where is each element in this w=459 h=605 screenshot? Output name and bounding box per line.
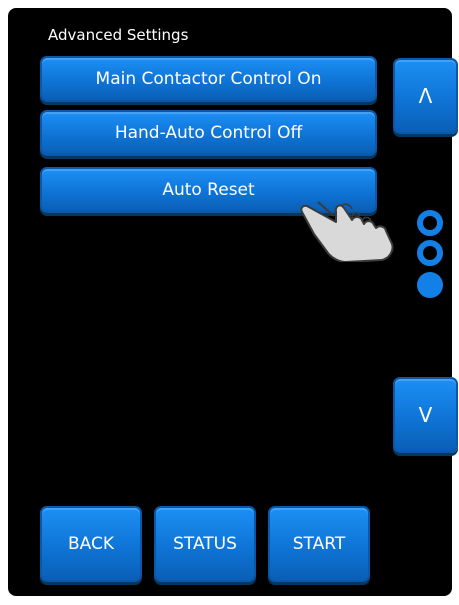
hand-auto-control-button[interactable]: Hand-Auto Control Off xyxy=(40,110,377,156)
page-indicator xyxy=(417,210,443,298)
auto-reset-button[interactable]: Auto Reset xyxy=(40,167,377,213)
scroll-down-button[interactable]: V xyxy=(393,377,458,453)
device-screen: Advanced Settings Main Contactor Control… xyxy=(8,8,458,596)
page-dot-icon xyxy=(417,240,443,266)
status-button[interactable]: STATUS xyxy=(154,506,256,582)
back-button[interactable]: BACK xyxy=(40,506,142,582)
scroll-up-button[interactable]: Λ xyxy=(393,58,458,134)
main-contactor-control-button[interactable]: Main Contactor Control On xyxy=(40,56,377,102)
page-title: Advanced Settings xyxy=(48,26,189,44)
page-dot-icon xyxy=(417,272,443,298)
page-dot-icon xyxy=(417,210,443,236)
start-button[interactable]: START xyxy=(268,506,370,582)
